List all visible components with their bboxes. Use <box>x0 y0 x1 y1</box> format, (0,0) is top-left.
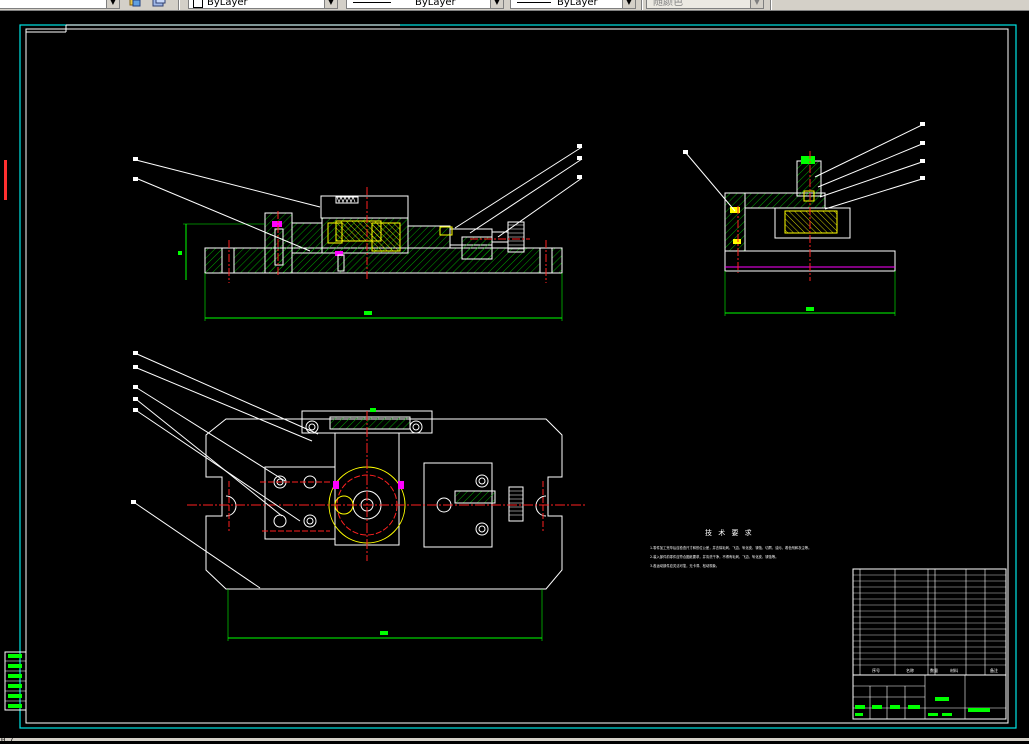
bom-header-material: 材料 <box>950 667 958 673</box>
layer-previous-icon[interactable] <box>152 0 166 8</box>
plotstyle-value: 随颜色 <box>653 0 683 8</box>
drawing-canvas[interactable]: 技 术 要 求 1.零件加工完毕后应检查尺寸和形位公差，并去除毛刺、飞边、氧化皮… <box>0 11 1029 739</box>
plotstyle-control-dropdown[interactable]: 随颜色 ▼ <box>646 0 764 9</box>
linetype-control-dropdown[interactable]: ByLayer ▼ <box>346 0 504 9</box>
title-block <box>852 674 1007 720</box>
chevron-down-icon: ▼ <box>106 0 119 8</box>
cad-drawing[interactable]: 技 术 要 求 1.零件加工完毕后应检查尺寸和形位公差，并去除毛刺、飞边、氧化皮… <box>0 11 1029 739</box>
layer-state-dropdown[interactable]: ▼ <box>0 0 120 9</box>
lineweight-value: ByLayer <box>557 0 598 8</box>
linetype-value: ByLayer <box>415 0 456 8</box>
notes-line-1: 1.零件加工完毕后应检查尺寸和形位公差，并去除毛刺、飞边、氧化皮、锈蚀、切屑、油… <box>650 545 811 550</box>
linetype-preview-icon <box>353 2 391 3</box>
lineweight-preview-icon <box>517 2 551 3</box>
lineweight-control-dropdown[interactable]: ByLayer ▼ <box>510 0 636 9</box>
bom-header-qty: 数量 <box>930 667 938 673</box>
bom-header-name: 名称 <box>906 667 914 673</box>
toolbar-separator <box>178 0 180 10</box>
notes-line-3: 3.各运动部件应灵活可靠，无卡滞、松动现象。 <box>650 563 719 568</box>
side-view <box>683 122 925 316</box>
toolbar-separator <box>770 0 772 10</box>
chevron-down-icon: ▼ <box>622 0 635 8</box>
chevron-down-icon: ▼ <box>324 0 337 8</box>
coordinate-readout: 0.7 <box>1 736 14 744</box>
drawing-frame <box>4 24 1017 729</box>
revision-block <box>4 651 27 711</box>
technical-notes: 技 术 要 求 1.零件加工完毕后应检查尺寸和形位公差，并去除毛刺、飞边、氧化皮… <box>650 528 811 568</box>
notes-heading: 技 术 要 求 <box>705 528 754 537</box>
properties-toolbar: ▼ ByLayer ▼ ByLayer ▼ ByLayer ▼ 随颜色 ▼ <box>0 0 1029 11</box>
top-view <box>131 351 585 641</box>
bom-header-remark: 备注 <box>990 667 998 673</box>
chevron-down-icon: ▼ <box>490 0 503 8</box>
chevron-down-icon: ▼ <box>750 0 763 8</box>
layer-match-icon[interactable] <box>128 0 142 8</box>
toolbar-separator <box>641 0 643 10</box>
bom-header-no: 序号 <box>872 667 880 673</box>
color-control-dropdown[interactable]: ByLayer ▼ <box>188 0 338 9</box>
color-value: ByLayer <box>207 0 248 8</box>
parts-list-table: 序号 名称 数量 材料 备注 <box>852 568 1007 676</box>
color-swatch-icon <box>193 0 203 8</box>
notes-line-2: 2.装入部件前零件应符合图纸要求，并清洗干净，不得有毛刺、飞边、氧化皮、锈蚀等。 <box>650 554 778 559</box>
front-view <box>133 144 583 321</box>
